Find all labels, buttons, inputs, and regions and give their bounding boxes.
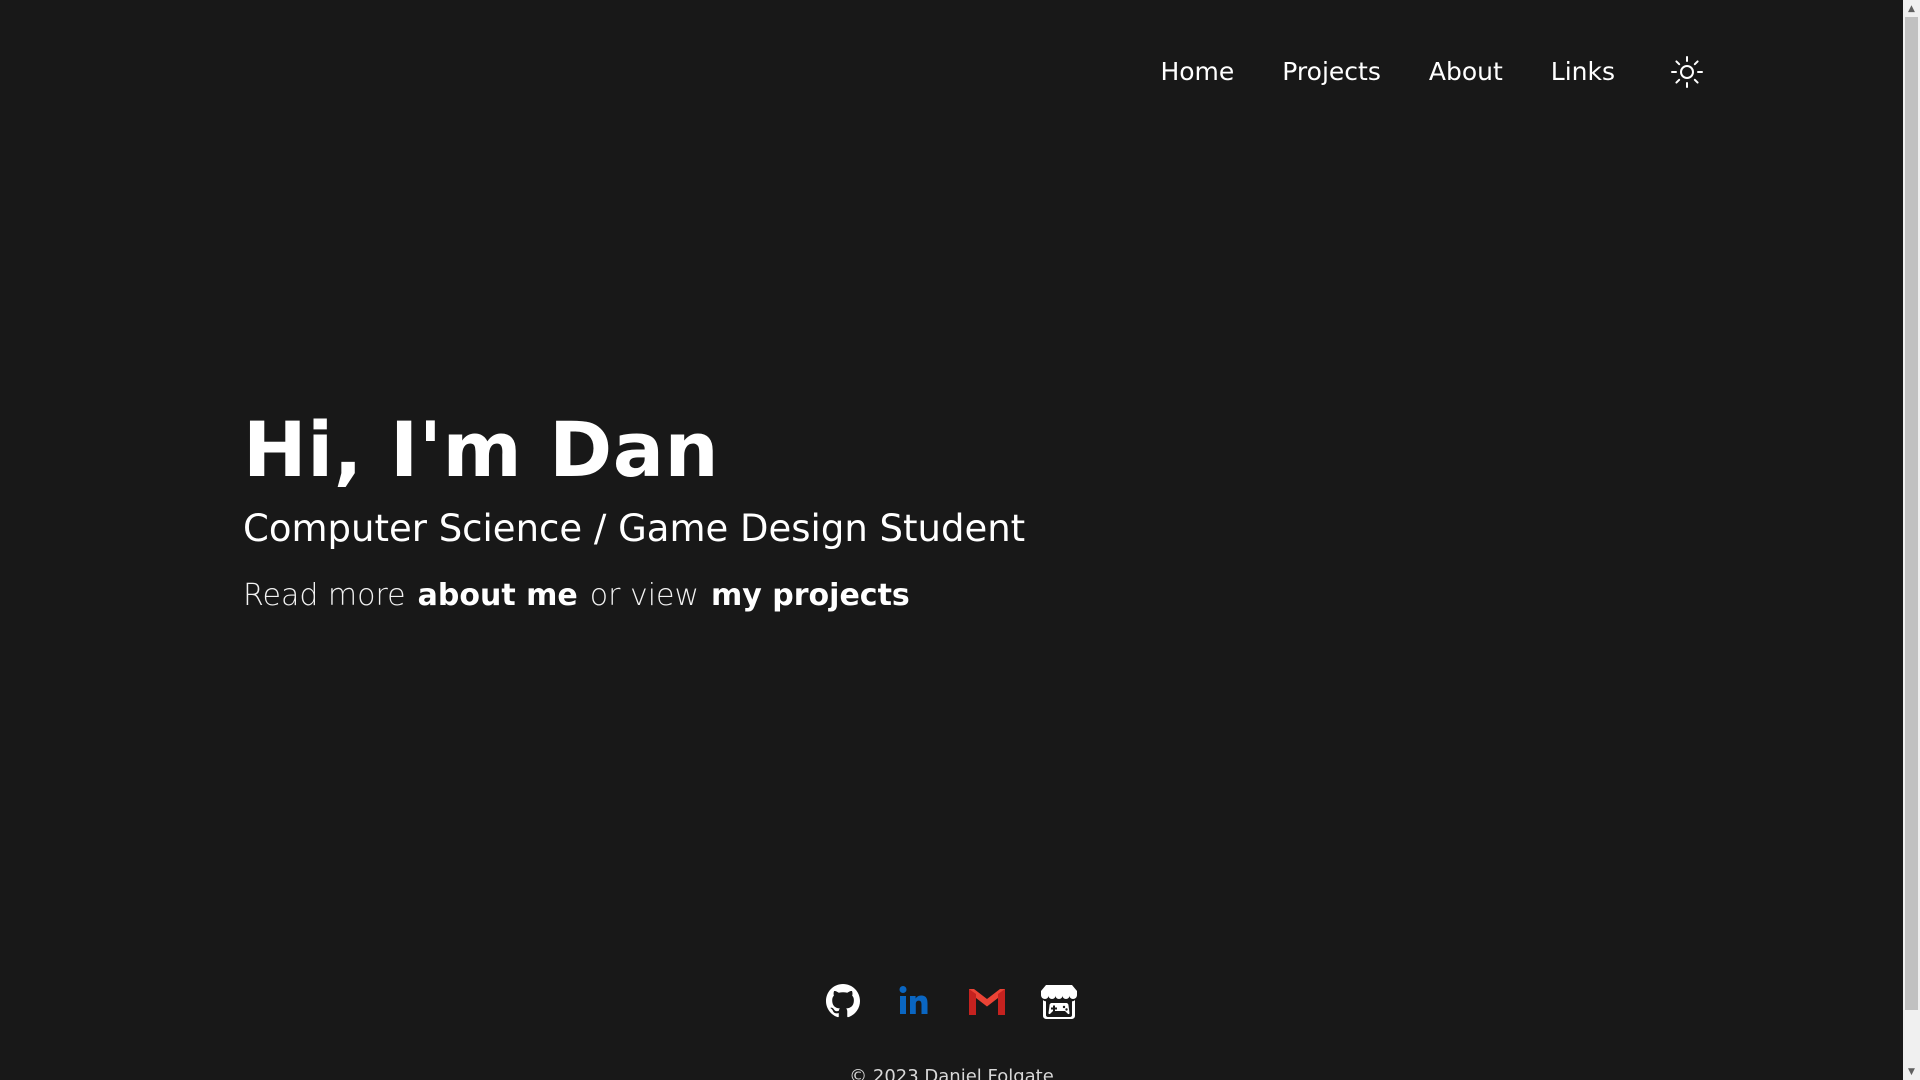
main-nav: Home Projects About Links — [1160, 50, 1707, 94]
hero-cta: Read more about me or view my projects — [243, 574, 1025, 618]
sun-icon — [1671, 56, 1703, 88]
hero-title: Hi, I'm Dan — [243, 405, 720, 494]
gmail-link[interactable] — [966, 980, 1008, 1022]
page: Home Projects About Links Hi, I'm Dan Co… — [0, 0, 1903, 1080]
cta-prefix-text: Read more — [243, 578, 406, 613]
scroll-down-arrow-icon[interactable]: ▼ — [1903, 1063, 1920, 1080]
cta-middle-text: or view — [589, 578, 700, 613]
nav-links-link[interactable]: Links — [1551, 50, 1615, 94]
linkedin-link[interactable] — [894, 980, 936, 1022]
nav-home-link[interactable]: Home — [1160, 50, 1234, 94]
theme-toggle-button[interactable] — [1667, 52, 1707, 92]
vertical-scrollbar[interactable]: ▲ ▼ — [1903, 0, 1920, 1080]
my-projects-link[interactable]: my projects — [711, 574, 910, 618]
github-icon — [826, 984, 860, 1018]
copyright-text: © 2023 Daniel Folgate — [849, 1066, 1054, 1080]
hero-subtitle: Computer Science / Game Design Student — [243, 507, 1026, 550]
scroll-up-arrow-icon[interactable]: ▲ — [1903, 0, 1920, 17]
github-link[interactable] — [822, 980, 864, 1022]
scroll-thumb[interactable] — [1905, 17, 1918, 1010]
gmail-icon — [969, 989, 1005, 1015]
nav-about-link[interactable]: About — [1429, 50, 1503, 94]
social-links — [822, 980, 1080, 1022]
linkedin-icon — [899, 986, 928, 1014]
itchio-icon — [1041, 985, 1077, 1019]
itchio-link[interactable] — [1038, 980, 1080, 1022]
nav-projects-link[interactable]: Projects — [1282, 50, 1381, 94]
hero-section: Hi, I'm Dan Computer Science / Game Desi… — [243, 400, 1025, 618]
about-me-link[interactable]: about me — [418, 574, 578, 618]
